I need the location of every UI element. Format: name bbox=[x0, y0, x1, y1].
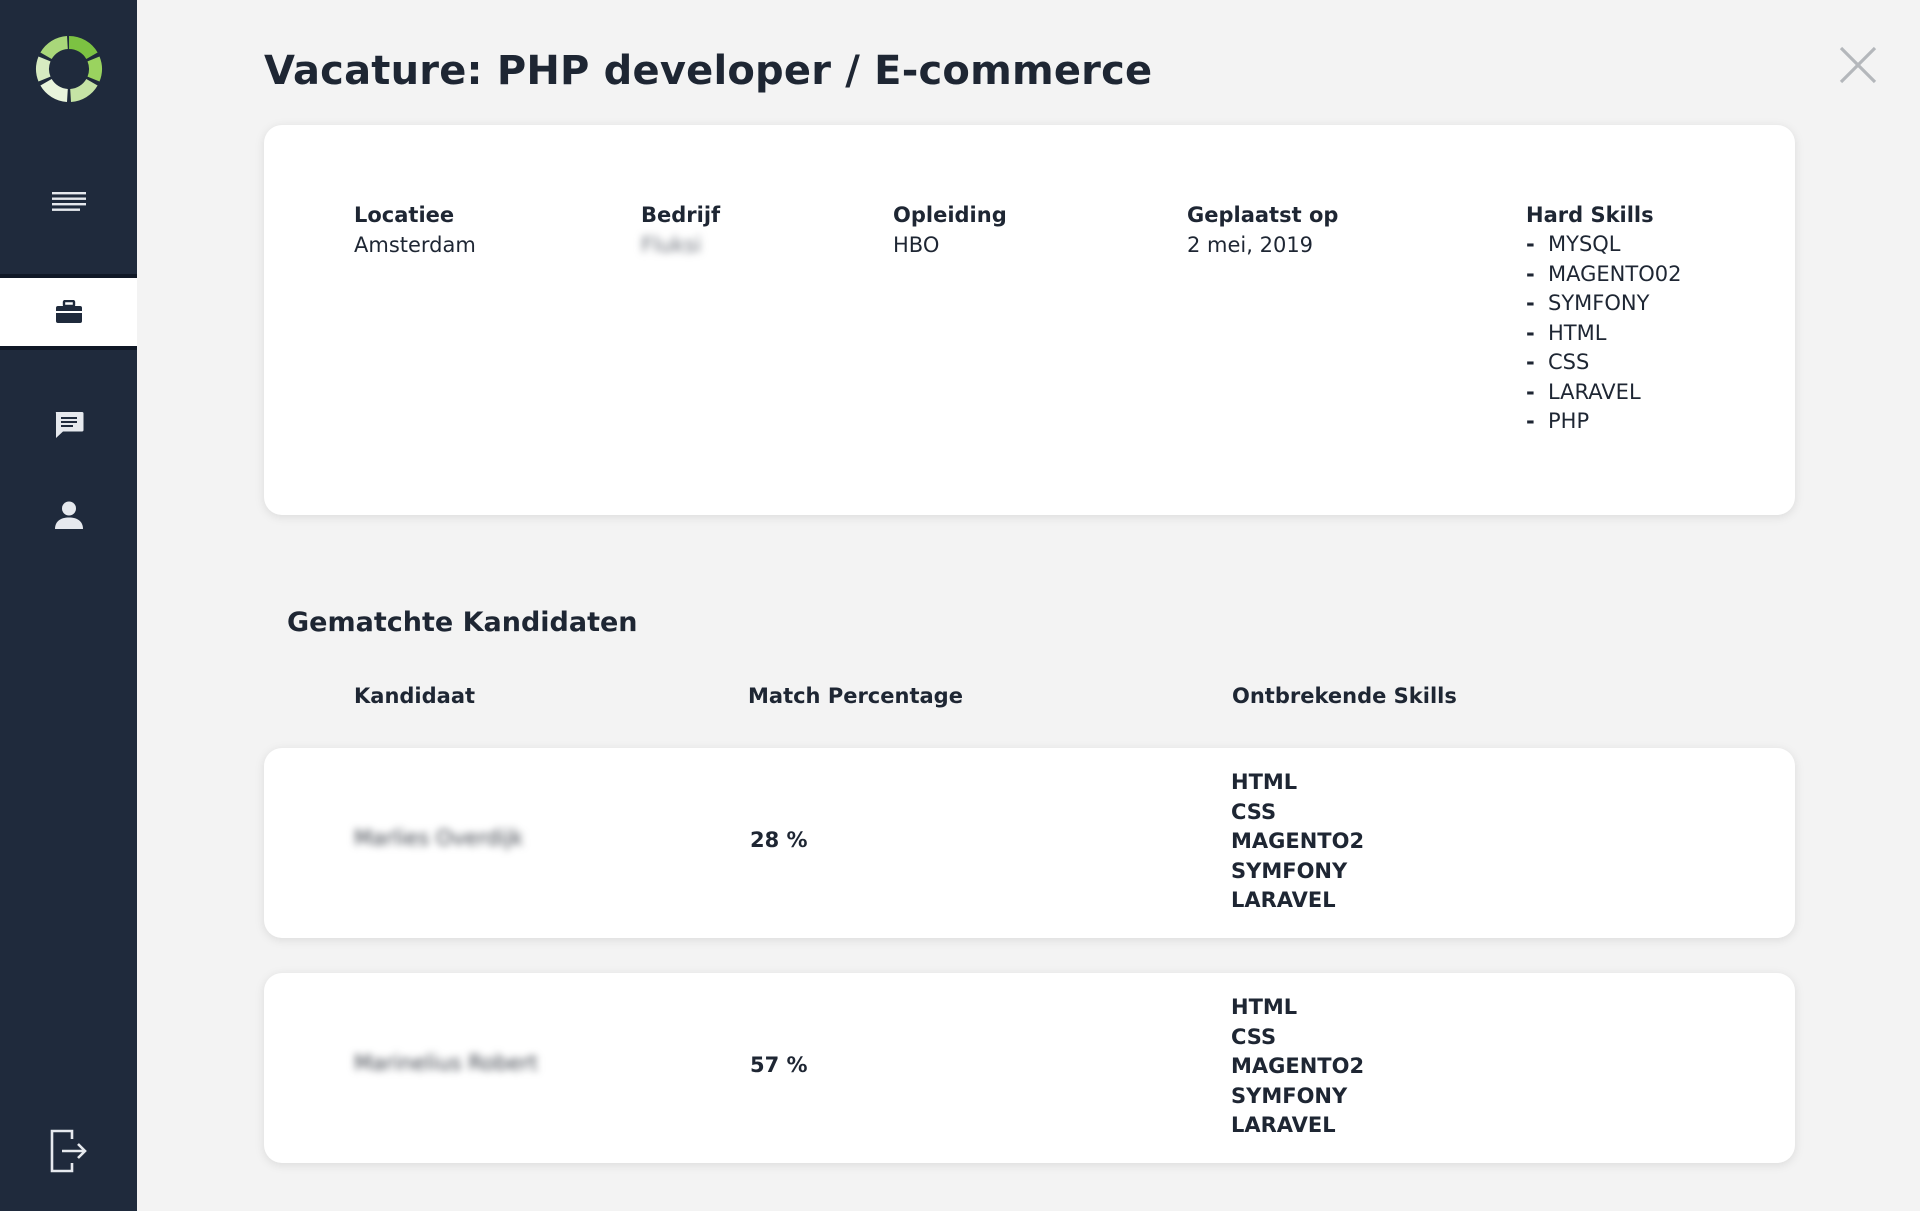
nav-messages[interactable] bbox=[0, 408, 137, 442]
missing-skill: LARAVEL bbox=[1231, 1113, 1336, 1137]
posted-value: 2 mei, 2019 bbox=[1187, 233, 1314, 257]
candidate-name[interactable]: Marinelius Robert bbox=[354, 1051, 538, 1075]
candidate-row[interactable]: Marinelius Robert 57 % HTML CSS MAGENTO2… bbox=[264, 973, 1795, 1163]
skill-item: - PHP bbox=[1526, 409, 1590, 433]
missing-skill: CSS bbox=[1231, 799, 1277, 824]
hard-skills-label: Hard Skills bbox=[1526, 203, 1654, 227]
company-block: Bedrijf Fluksi bbox=[641, 200, 720, 260]
education-label: Opleiding bbox=[893, 203, 1007, 227]
briefcase-icon bbox=[55, 300, 83, 324]
hard-skills-block: Hard Skills - MYSQL - MAGENTO02 - SYMFONY -… bbox=[1526, 200, 1681, 437]
logo-icon[interactable] bbox=[35, 35, 103, 103]
sidebar bbox=[0, 0, 137, 1211]
logout-icon bbox=[50, 1129, 88, 1173]
match-percentage: 28 % bbox=[750, 828, 808, 852]
chat-icon bbox=[54, 411, 84, 439]
missing-skill: HTML bbox=[1231, 995, 1298, 1019]
nav-menu[interactable] bbox=[0, 185, 137, 219]
company-value: Fluksi bbox=[641, 233, 702, 257]
nav-profile[interactable] bbox=[0, 498, 137, 532]
candidate-name[interactable]: Marlies Overdijk bbox=[354, 826, 523, 850]
missing-skill: SYMFONY bbox=[1231, 1083, 1348, 1108]
column-header-match: Match Percentage bbox=[748, 684, 963, 708]
skill-item: - LARAVEL bbox=[1526, 379, 1641, 404]
company-label: Bedrijf bbox=[641, 203, 721, 227]
missing-skill: SYMFONY bbox=[1231, 858, 1348, 883]
skill-item: - SYMFONY bbox=[1526, 291, 1650, 315]
missing-skill: LARAVEL bbox=[1231, 888, 1336, 912]
location-value: Amsterdam bbox=[354, 233, 476, 257]
skill-item: - MYSQL bbox=[1526, 232, 1621, 256]
skill-item: - HTML bbox=[1526, 320, 1607, 345]
missing-skill: MAGENTO2 bbox=[1231, 1054, 1365, 1078]
menu-icon bbox=[51, 192, 86, 212]
posted-block: Geplaatst op 2 mei, 2019 bbox=[1187, 200, 1338, 260]
missing-skills-list: HTML CSS MAGENTO2 SYMFONY LARAVEL bbox=[1231, 768, 1364, 916]
matches-section-title: Gematchte Kandidaten bbox=[287, 607, 638, 638]
education-value: HBO bbox=[893, 233, 940, 257]
page-title: Vacature: PHP developer / E-commerce bbox=[264, 48, 1153, 94]
column-header-candidate: Kandidaat bbox=[354, 684, 476, 708]
location-block: Locatiee Amsterdam bbox=[354, 200, 476, 260]
column-header-missing: Ontbrekende Skills bbox=[1232, 684, 1457, 708]
education-block: Opleiding HBO bbox=[893, 200, 1007, 260]
skill-item: - MAGENTO02 bbox=[1526, 261, 1682, 286]
missing-skill: MAGENTO2 bbox=[1231, 829, 1365, 853]
candidate-row[interactable]: Marlies Overdijk 28 % HTML CSS MAGENTO2 … bbox=[264, 748, 1795, 938]
hard-skills-list: - MYSQL - MAGENTO02 - SYMFONY - HTML - CSS -L… bbox=[1526, 230, 1681, 437]
logout-button[interactable] bbox=[0, 1128, 137, 1174]
missing-skill: CSS bbox=[1231, 1024, 1277, 1049]
match-percentage: 57 % bbox=[750, 1053, 808, 1077]
close-icon bbox=[1838, 46, 1878, 89]
missing-skills-list: HTML CSS MAGENTO2 SYMFONY LARAVEL bbox=[1231, 993, 1364, 1141]
posted-label: Geplaatst op bbox=[1187, 203, 1339, 227]
close-button[interactable] bbox=[1838, 45, 1878, 85]
user-icon bbox=[54, 500, 84, 530]
skill-item: - CSS bbox=[1526, 350, 1590, 374]
location-label: Locatiee bbox=[354, 203, 455, 227]
missing-skill: HTML bbox=[1231, 770, 1298, 794]
nav-vacancies[interactable] bbox=[0, 274, 137, 350]
